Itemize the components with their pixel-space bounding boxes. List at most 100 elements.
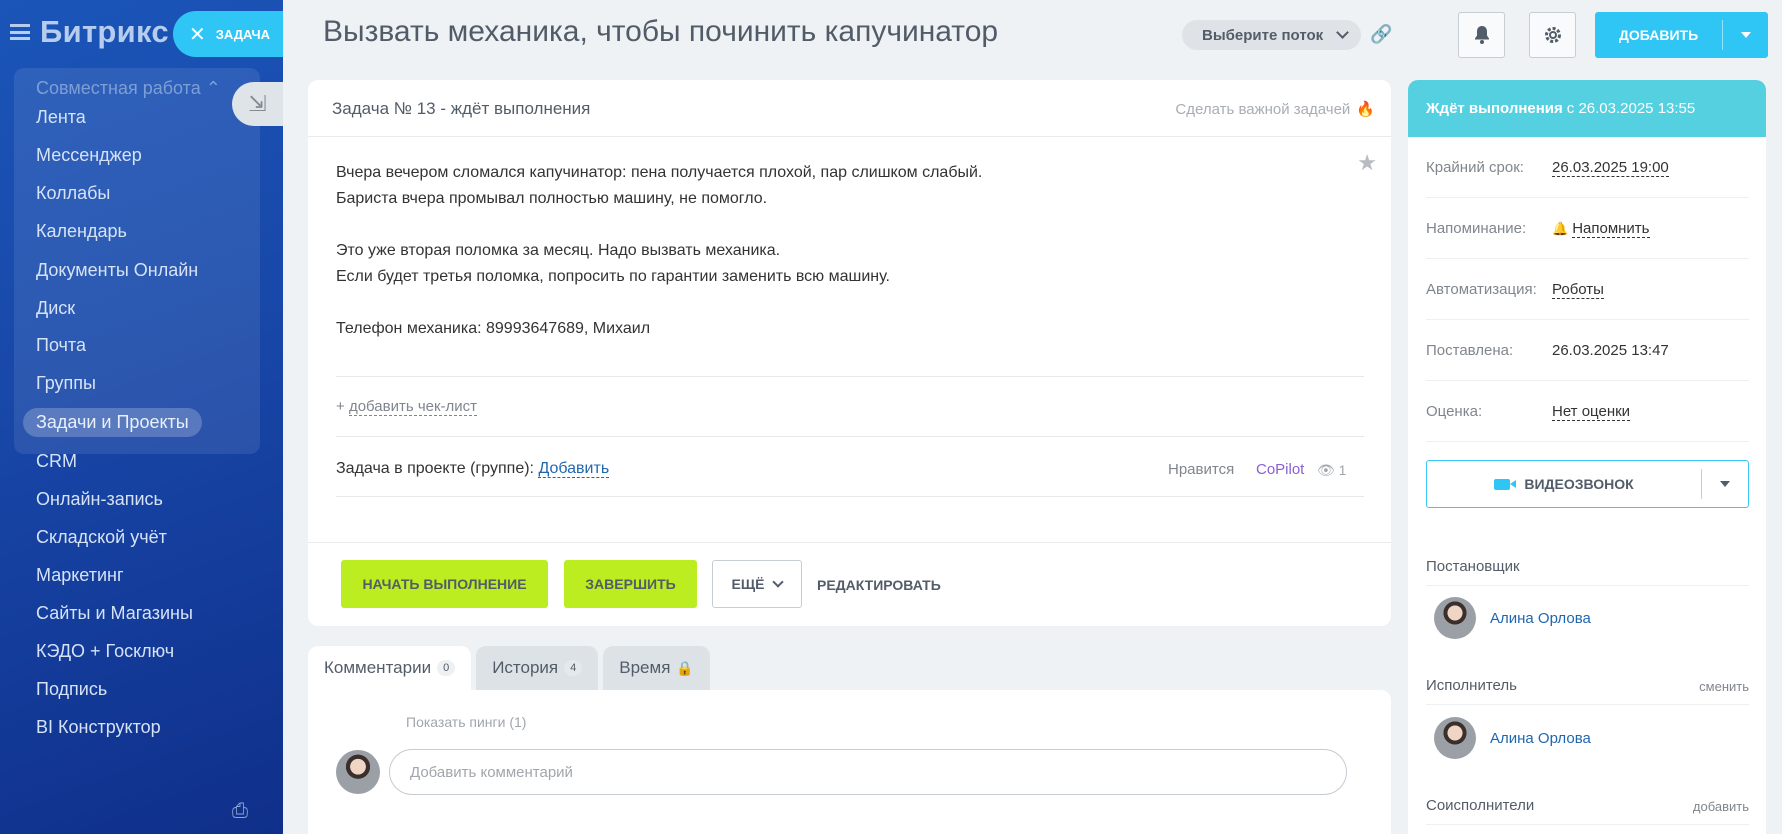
sidebar-item-calendar[interactable]: Календарь — [36, 221, 127, 242]
sidebar-item-sign[interactable]: Подпись — [36, 679, 107, 700]
copilot-button[interactable]: CoPilot — [1256, 461, 1304, 478]
robots-link[interactable]: Роботы — [1552, 281, 1604, 299]
avatar — [336, 750, 380, 794]
sidebar-item-feed[interactable]: Лента — [36, 107, 86, 128]
comments-panel: Показать пинги (1) Добавить комментарий — [308, 690, 1391, 834]
row-key: Автоматизация: — [1426, 281, 1537, 298]
description-line — [336, 212, 982, 238]
project-row: Задача в проекте (группе): Добавить — [336, 460, 610, 478]
flow-select[interactable]: Выберите поток — [1182, 20, 1362, 50]
tab-comments[interactable]: Комментарии 0 — [308, 646, 472, 690]
sidebar-item-kedo[interactable]: КЭДО + Госключ — [36, 641, 174, 662]
group-title-collab[interactable]: Совместная работа ⌃ — [36, 78, 221, 99]
menu-burger-icon[interactable] — [10, 24, 30, 40]
sidebar-item-booking[interactable]: Онлайн-запись — [36, 489, 163, 510]
task-pill-label: ЗАДАЧА — [215, 26, 270, 42]
close-icon: ✕ — [189, 23, 206, 46]
tab-label: Комментарии — [324, 658, 432, 677]
reminder-label: Напомнить — [1572, 220, 1650, 238]
bell-icon — [1474, 26, 1489, 44]
section-label: Исполнитель — [1426, 677, 1517, 694]
creator-name[interactable]: Алина Орлова — [1490, 610, 1591, 627]
sidebar-item-disk[interactable]: Диск — [36, 298, 75, 319]
show-pings-link[interactable]: Показать пинги (1) — [406, 714, 526, 730]
add-coexecutor-link[interactable]: добавить — [1693, 799, 1749, 814]
logo[interactable]: Битрикс 2 — [10, 12, 195, 52]
like-button[interactable]: Нравится — [1168, 461, 1234, 478]
description-line: Бариста вчера промывал полностью машину,… — [336, 190, 768, 207]
project-add-link[interactable]: Добавить — [538, 460, 610, 478]
lock-icon: 🔒 — [676, 659, 694, 676]
reminder-link[interactable]: 🔔 Напомнить — [1552, 220, 1650, 238]
finish-task-button[interactable]: ЗАВЕРШИТЬ — [564, 560, 697, 608]
caret-down-icon — [1740, 32, 1751, 38]
add-checklist-link[interactable]: + добавить чек-лист — [336, 398, 478, 416]
reminder-row: Напоминание: 🔔 Напомнить — [1426, 198, 1749, 259]
settings-button[interactable] — [1529, 12, 1576, 58]
created-value: 26.03.2025 13:47 — [1552, 342, 1669, 359]
start-task-button[interactable]: НАЧАТЬ ВЫПОЛНЕНИЕ — [341, 560, 548, 608]
automation-row: Автоматизация: Роботы — [1426, 259, 1749, 320]
sidebar-item-docs[interactable]: Документы Онлайн — [36, 260, 198, 281]
assignee-name[interactable]: Алина Орлова — [1490, 730, 1591, 747]
flame-icon: 🔥 — [1356, 101, 1375, 118]
section-label: Постановщик — [1426, 558, 1520, 575]
printer-icon[interactable]: ⎙ — [232, 800, 248, 823]
topbar: Вызвать механика, чтобы починить капучин… — [283, 0, 1782, 72]
divider — [1426, 704, 1749, 705]
sidebar-item-tasks[interactable]: Задачи и Проекты — [23, 408, 202, 437]
comment-input[interactable]: Добавить комментарий — [389, 749, 1347, 795]
caret-down-icon — [1720, 481, 1730, 487]
rating-link[interactable]: Нет оценки — [1552, 403, 1631, 421]
add-menu-caret[interactable] — [1723, 32, 1768, 38]
link-icon[interactable]: 🔗 — [1370, 24, 1392, 45]
sidebar-item-collabs[interactable]: Коллабы — [36, 183, 110, 204]
more-button[interactable]: ЕЩЁ — [712, 560, 802, 608]
edit-task-button[interactable]: РЕДАКТИРОВАТЬ — [817, 577, 941, 593]
avatar — [1434, 717, 1476, 759]
created-row: Поставлена: 26.03.2025 13:47 — [1426, 320, 1749, 381]
divider — [336, 376, 1364, 377]
status-label: Ждёт выполнения — [1426, 100, 1563, 117]
sidebar-item-marketing[interactable]: Маркетинг — [36, 565, 124, 586]
favorite-star-icon[interactable]: ★ — [1357, 150, 1377, 176]
sidebar-item-messenger[interactable]: Мессенджер — [36, 145, 142, 166]
creator-person[interactable]: Алина Орлова — [1434, 597, 1591, 639]
sidebar-item-warehouse[interactable]: Складской учёт — [36, 527, 167, 548]
more-label: ЕЩЁ — [731, 576, 765, 592]
row-key: Оценка: — [1426, 403, 1483, 420]
status-bar: Ждёт выполнения с 26.03.2025 13:55 — [1408, 80, 1766, 137]
tab-history[interactable]: История 4 — [476, 646, 599, 690]
description-line — [336, 290, 982, 316]
make-important-link[interactable]: Сделать важной задачей 🔥 — [1175, 100, 1375, 119]
video-call-menu[interactable] — [1702, 481, 1748, 487]
sidebar-item-sites[interactable]: Сайты и Магазины — [36, 603, 193, 624]
video-call-button[interactable]: ВИДЕОЗВОНОК — [1426, 460, 1749, 508]
task-heading: Задача № 13 - ждёт выполнения — [332, 99, 591, 118]
row-key: Напоминание: — [1426, 220, 1527, 237]
checklist-label: добавить чек-лист — [348, 398, 478, 416]
sidebar-item-bi[interactable]: BI Конструктор — [36, 717, 161, 738]
tab-label: История — [492, 658, 559, 677]
eye-icon: 👁 — [1317, 462, 1335, 478]
change-assignee-link[interactable]: сменить — [1699, 679, 1749, 694]
row-key: Крайний срок: — [1426, 159, 1524, 176]
deadline-value[interactable]: 26.03.2025 19:00 — [1552, 159, 1669, 177]
tab-label: Время — [619, 658, 671, 677]
views-counter: 👁 1 — [1317, 462, 1346, 479]
divider — [336, 496, 1364, 497]
sidebar-item-crm[interactable]: CRM — [36, 451, 77, 472]
tab-time[interactable]: Время 🔒 — [603, 646, 710, 690]
chevron-down-icon — [772, 576, 785, 588]
deadline-row: Крайний срок: 26.03.2025 19:00 — [1426, 137, 1749, 198]
add-button[interactable]: ДОБАВИТЬ — [1595, 12, 1768, 58]
sidebar-item-mail[interactable]: Почта — [36, 335, 86, 356]
collapse-slider-button[interactable]: ⇲ — [232, 82, 283, 126]
close-task-pill[interactable]: ✕ ЗАДАЧА — [173, 11, 283, 57]
task-card: Задача № 13 - ждёт выполнения Сделать ва… — [308, 80, 1391, 626]
sidebar-item-groups[interactable]: Группы — [36, 373, 96, 394]
collapse-arrow-icon: ⇲ — [248, 91, 267, 116]
notifications-button[interactable] — [1458, 12, 1505, 58]
assignee-person[interactable]: Алина Орлова — [1434, 717, 1591, 759]
creator-section-title: Постановщик — [1426, 558, 1749, 575]
